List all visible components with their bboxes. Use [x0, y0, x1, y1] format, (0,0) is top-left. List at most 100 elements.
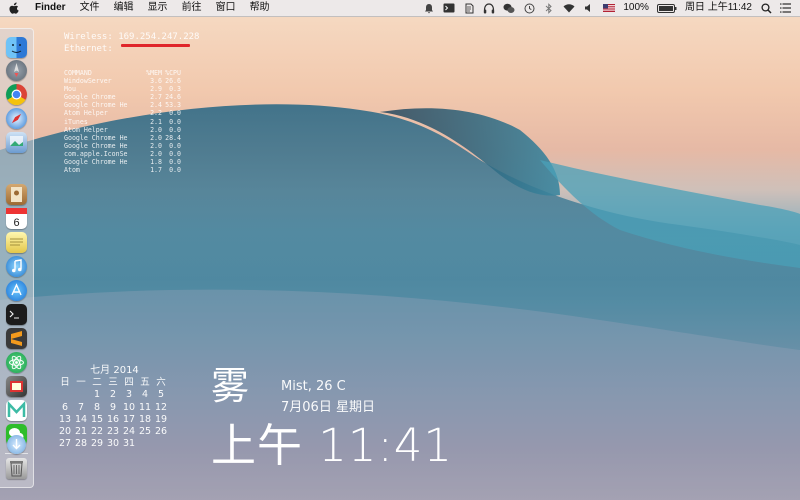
calendar-day: 20: [58, 426, 72, 438]
battery-icon[interactable]: [656, 2, 677, 14]
calendar-day: 27: [58, 438, 72, 450]
calendar-icon[interactable]: 6: [6, 208, 27, 229]
process-cpu: 0.0: [169, 125, 181, 134]
photo-booth-icon[interactable]: [6, 376, 27, 397]
safari-icon[interactable]: [6, 108, 27, 129]
finder-icon[interactable]: [6, 37, 27, 58]
calendar-weekday: 二: [92, 377, 102, 388]
atom-icon[interactable]: [6, 352, 27, 373]
terminal-icon[interactable]: [6, 304, 27, 325]
calendar-day: 11: [138, 401, 152, 413]
calendar-day: [57, 389, 73, 401]
calendar-weekday: 五: [140, 377, 150, 388]
calendar-day: 31: [122, 438, 136, 450]
notification-bell-icon[interactable]: [423, 2, 435, 14]
calendar-day: 4: [141, 389, 149, 401]
process-row: Google Chrome He 2.4 53.3: [64, 101, 181, 109]
calendar-weekday: 四: [124, 377, 134, 388]
process-row: WindowServer 3.6 26.6: [64, 77, 181, 85]
chrome-icon[interactable]: [6, 84, 27, 105]
bluetooth-icon[interactable]: [543, 2, 555, 14]
process-mem: 1.7: [150, 166, 162, 175]
menubar-clock[interactable]: 周日 上午11:42: [685, 0, 752, 16]
menu-file[interactable]: 文件: [80, 0, 100, 16]
weather-date: 7月06日 星期日: [281, 400, 375, 415]
notes-icon[interactable]: [6, 232, 27, 253]
process-command: Google Chrome He: [64, 101, 128, 110]
calendar-day: 24: [122, 426, 136, 438]
calendar-icon-day: 6: [13, 217, 19, 229]
process-row: Google Chrome He 1.8 0.0: [64, 158, 181, 166]
launchpad-icon[interactable]: [6, 60, 27, 81]
calendar-day: 18: [138, 413, 152, 425]
app-store-icon[interactable]: [6, 280, 27, 301]
process-cpu: 26.6: [165, 77, 181, 86]
process-mem: 2.4: [150, 101, 162, 110]
wireless-ip: 169.254.247.228: [118, 32, 200, 42]
calendar-day: 23: [106, 426, 120, 438]
calendar-weekday: 一: [76, 377, 86, 388]
dock: 6: [0, 28, 34, 488]
calendar-day: 22: [90, 426, 104, 438]
itunes-icon[interactable]: [6, 256, 27, 277]
calendar-day: 15: [90, 413, 104, 425]
wechat-status-icon[interactable]: [503, 2, 515, 14]
process-row: Google Chrome He 2.0 0.0: [64, 142, 181, 150]
process-mem: 2.0: [150, 149, 162, 158]
notification-center-icon[interactable]: [780, 2, 792, 14]
evernote-icon[interactable]: [463, 2, 475, 14]
process-cpu: 0.3: [169, 85, 181, 94]
calendar-day: 1: [93, 389, 101, 401]
calendar-day: 30: [106, 438, 120, 450]
calendar-day: 25: [138, 426, 152, 438]
process-command: Google Chrome He: [64, 158, 128, 167]
terminal-status-icon[interactable]: [443, 2, 455, 14]
menu-finder[interactable]: Finder: [35, 0, 66, 16]
calendar-day: [73, 389, 89, 401]
headphones-icon[interactable]: [483, 2, 495, 14]
header-cpu: %CPU: [165, 69, 181, 77]
menu-bar: Finder 文件 编辑 显示 前往 窗口 帮助 100% 周日 上午11:42: [0, 0, 800, 17]
calendar-day: 12: [154, 401, 168, 413]
calendar-day: [153, 438, 169, 450]
process-cpu: 0.0: [169, 166, 181, 175]
calendar-day: 7: [77, 401, 85, 413]
process-command: Mou: [64, 85, 76, 94]
downloads-stack-icon[interactable]: [7, 435, 26, 454]
process-command: Atom: [64, 166, 80, 175]
calendar-grid: 日一二三四五六 1 2 3 4 5 6 7 8 9 10 11 12 13 14 15 16 17 18 19 20 21…: [57, 377, 172, 451]
process-row: Atom Helper 2.0 0.0: [64, 126, 181, 134]
calendar-day: 2: [109, 389, 117, 401]
contacts-icon[interactable]: [6, 184, 27, 205]
calendar-day: 26: [154, 426, 168, 438]
us-flag-icon[interactable]: [603, 2, 616, 14]
calendar-day: 9: [109, 401, 117, 413]
time-machine-icon[interactable]: [523, 2, 535, 14]
menu-edit[interactable]: 编辑: [114, 0, 134, 16]
process-row: iTunes 2.1 0.0: [64, 118, 181, 126]
process-mem: 2.2: [150, 109, 162, 118]
menu-view[interactable]: 显示: [148, 0, 168, 16]
desktop-clock: 上午 11:41: [211, 419, 453, 472]
trash-icon[interactable]: [6, 458, 27, 479]
redaction-mark: [121, 44, 190, 47]
volume-icon[interactable]: [583, 2, 595, 14]
preview-icon[interactable]: [6, 132, 27, 153]
mou-icon[interactable]: [6, 400, 27, 421]
calendar-weekday: 三: [108, 377, 118, 388]
sublime-icon[interactable]: [6, 328, 27, 349]
process-mem: 2.0: [150, 141, 162, 150]
menu-help[interactable]: 帮助: [250, 0, 270, 16]
menu-window[interactable]: 窗口: [216, 0, 236, 16]
calendar-day: 19: [154, 413, 168, 425]
process-cpu: 0.0: [169, 117, 181, 126]
wifi-icon[interactable]: [563, 2, 575, 14]
spotlight-search-icon[interactable]: [760, 2, 772, 14]
header-mem: %MEM: [146, 69, 162, 77]
process-cpu: 0.0: [169, 141, 181, 150]
calendar-weekday: 六: [156, 377, 166, 388]
apple-menu-icon[interactable]: [9, 1, 23, 15]
process-mem: 1.8: [150, 158, 162, 167]
process-mem: 2.9: [150, 85, 162, 94]
menu-go[interactable]: 前往: [182, 0, 202, 16]
